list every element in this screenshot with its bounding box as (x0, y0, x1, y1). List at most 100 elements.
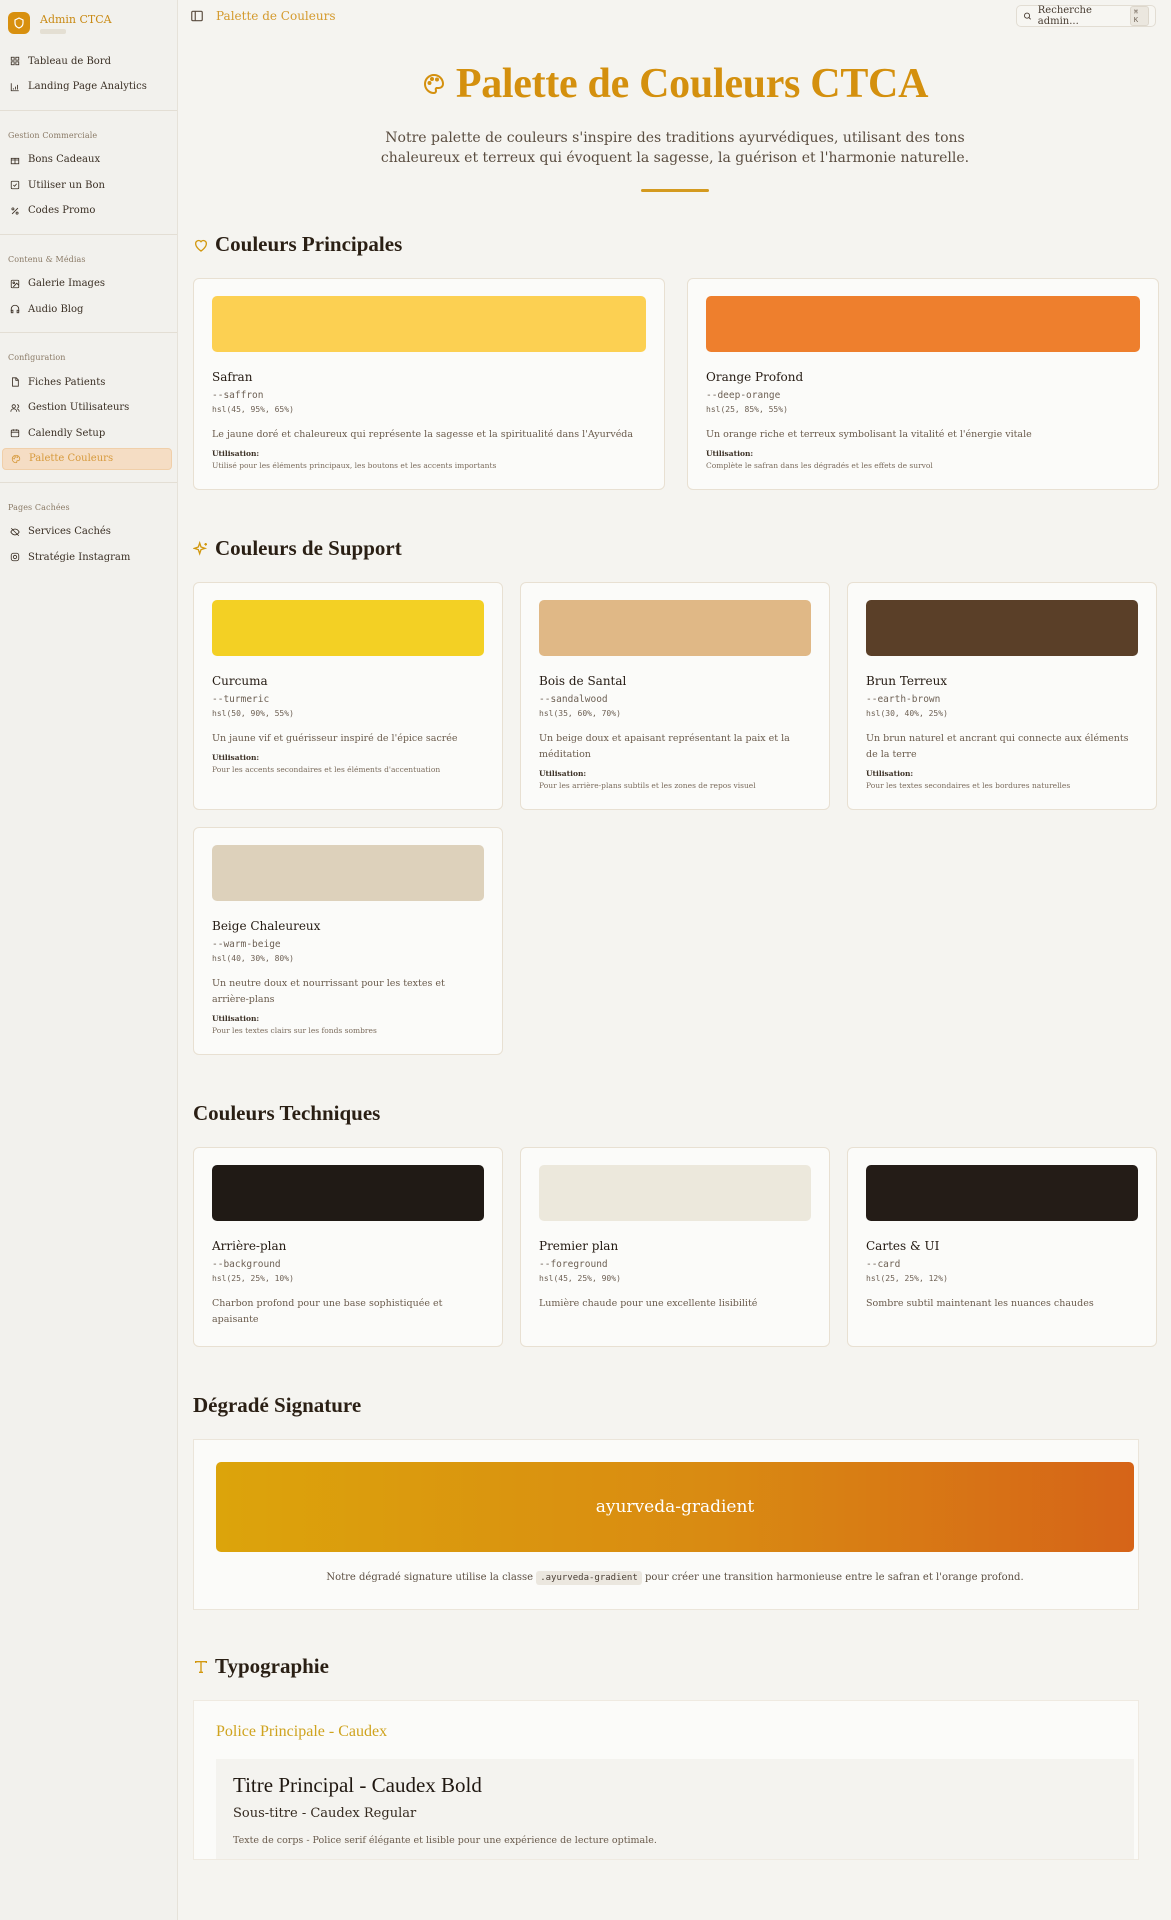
section-title-text: Couleurs de Support (215, 536, 402, 560)
section-title-text: Couleurs Principales (215, 232, 403, 256)
brand-subtitle-placeholder (40, 28, 66, 34)
usage-text: Pour les textes clairs sur les fonds som… (212, 1026, 377, 1035)
sidebar-item-calendly-setup[interactable]: Calendly Setup (2, 422, 172, 444)
brand-title: Admin CTCA (40, 12, 112, 26)
gift-icon (10, 157, 20, 164)
usage-label: Utilisation: (866, 769, 914, 778)
usage-text: Pour les textes secondaires et les bordu… (866, 781, 1071, 790)
sidebar-item-palette-couleurs[interactable]: Palette Couleurs (2, 447, 172, 470)
font-label: Police Principale - Caudex (216, 1723, 388, 1740)
divider (0, 109, 177, 111)
color-swatch[interactable] (212, 296, 646, 352)
color-variable[interactable]: --warm-beige (212, 939, 484, 950)
color-name: Curcuma (212, 674, 268, 688)
usage-label: Utilisation: (212, 1014, 260, 1023)
page-title-text: Palette de Couleurs CTCA (455, 61, 929, 107)
sidebar-item-label: Tableau de Bord (28, 55, 112, 67)
color-description: Charbon profond pour une base sophistiqu… (212, 1298, 443, 1325)
sidebar-item-strategie-instagram[interactable]: Stratégie Instagram (2, 546, 172, 568)
color-swatch[interactable] (866, 1165, 1138, 1221)
color-description: Un brun naturel et ancrant qui connecte … (866, 733, 1129, 760)
sidebar-item-tableau-de-bord[interactable]: Tableau de Bord (2, 50, 172, 72)
usage-label: Utilisation: (212, 449, 260, 458)
sidebar-item-label: Fiches Patients (28, 376, 106, 388)
sidebar-item-services-caches[interactable]: Services Cachés (2, 521, 172, 543)
color-description: Le jaune doré et chaleureux qui représen… (212, 429, 634, 440)
color-name: Bois de Santal (539, 674, 627, 688)
usage-label: Utilisation: (539, 769, 587, 778)
sample-heading: Titre Principal - Caudex Bold (233, 1773, 482, 1797)
sidebar-item-gestion-utilisateurs[interactable]: Gestion Utilisateurs (2, 397, 172, 419)
sidebar-item-label: Palette Couleurs (29, 453, 114, 464)
sidebar-item-label: Calendly Setup (28, 427, 106, 439)
color-hsl: hsl(30, 40%, 25%) (866, 709, 948, 718)
color-swatch[interactable] (706, 296, 1140, 352)
color-name: Orange Profond (706, 370, 804, 384)
color-swatch[interactable] (212, 845, 484, 901)
gradient-label: ayurveda-gradient (595, 1497, 755, 1517)
nav-group-title: Gestion Commerciale (8, 130, 98, 140)
search-input[interactable]: Recherche admin... ⌘ K (1016, 5, 1156, 27)
percent-icon (11, 206, 19, 215)
section-title-technical: Couleurs Techniques (193, 1101, 1159, 1126)
color-swatch[interactable] (539, 1165, 811, 1221)
divider (0, 332, 177, 333)
sidebar-item-utiliser-bon[interactable]: Utiliser un Bon (2, 174, 172, 196)
sidebar-item-audio-blog[interactable]: Audio Blog (2, 298, 172, 320)
color-variable[interactable]: --earth-brown (866, 694, 1138, 705)
sidebar-item-label: Stratégie Instagram (28, 551, 131, 563)
color-card-cartes-ui: Cartes & UI --card hsl(25, 25%, 12%) Som… (847, 1147, 1157, 1347)
color-name: Safran (212, 370, 253, 384)
color-card-curcuma: Curcuma --turmeric hsl(50, 90%, 55%) Un … (193, 582, 503, 810)
typography-card: Police Principale - Caudex Titre Princip… (193, 1700, 1139, 1860)
color-variable[interactable]: --deep-orange (706, 390, 1140, 401)
color-hsl: hsl(50, 90%, 55%) (212, 709, 294, 718)
sidebar-item-label: Codes Promo (28, 205, 96, 216)
sidebar-item-landing-analytics[interactable]: Landing Page Analytics (2, 76, 172, 98)
technical-color-grid: Arrière-plan --background hsl(25, 25%, 1… (193, 1147, 1159, 1347)
color-hsl: hsl(25, 25%, 12%) (866, 1274, 948, 1283)
check-square-icon (10, 180, 20, 190)
sidebar-item-fiches-patients[interactable]: Fiches Patients (2, 371, 172, 393)
principal-color-grid: Safran --saffron hsl(45, 95%, 65%) Le ja… (193, 278, 1159, 490)
color-swatch[interactable] (212, 600, 484, 656)
image-icon (10, 279, 20, 288)
color-card-brun-terreux: Brun Terreux --earth-brown hsl(30, 40%, … (847, 582, 1157, 810)
color-swatch[interactable] (539, 600, 811, 656)
color-card-bois-de-santal: Bois de Santal --sandalwood hsl(35, 60%,… (520, 582, 830, 810)
color-variable[interactable]: --sandalwood (539, 694, 811, 705)
color-variable[interactable]: --saffron (212, 390, 646, 401)
color-hsl: hsl(25, 85%, 55%) (706, 405, 788, 414)
main-content: Palette de Couleurs CTCA Notre palette d… (193, 32, 1159, 1860)
color-card-arriere-plan: Arrière-plan --background hsl(25, 25%, 1… (193, 1147, 503, 1347)
usage-text: Pour les arrière-plans subtils et les zo… (539, 781, 756, 790)
nav-group-title: Contenu & Médias (8, 254, 86, 264)
sidebar-item-bons-cadeaux[interactable]: Bons Cadeaux (2, 149, 172, 171)
sidebar-toggle-icon[interactable] (190, 9, 204, 23)
section-title-text: Couleurs Techniques (193, 1101, 381, 1125)
sidebar-nav: Tableau de Bord Landing Page Analytics G… (0, 36, 177, 568)
color-name: Premier plan (539, 1239, 619, 1253)
sidebar-item-label: Services Cachés (28, 526, 111, 537)
color-variable[interactable]: --foreground (539, 1259, 811, 1270)
color-hsl: hsl(35, 60%, 70%) (539, 709, 621, 718)
color-card-orange-profond: Orange Profond --deep-orange hsl(25, 85%… (687, 278, 1159, 490)
sparkles-icon (193, 540, 208, 556)
sidebar-item-galerie-images[interactable]: Galerie Images (2, 273, 172, 295)
color-description: Sombre subtil maintenant les nuances cha… (866, 1298, 1094, 1309)
color-variable[interactable]: --card (866, 1259, 1138, 1270)
brand[interactable]: Admin CTCA (0, 0, 177, 36)
color-swatch[interactable] (212, 1165, 484, 1221)
instagram-icon (10, 552, 20, 562)
color-variable[interactable]: --background (212, 1259, 484, 1270)
hero: Palette de Couleurs CTCA Notre palette d… (193, 32, 1157, 192)
color-description: Un neutre doux et nourrissant pour les t… (212, 978, 445, 1005)
color-swatch[interactable] (866, 600, 1138, 656)
sidebar-item-codes-promo[interactable]: Codes Promo (2, 200, 172, 222)
color-description: Un jaune vif et guérisseur inspiré de l'… (212, 733, 458, 744)
color-variable[interactable]: --turmeric (212, 694, 484, 705)
nav-group-title: Configuration (8, 353, 66, 362)
gradient-preview: ayurveda-gradient (216, 1462, 1134, 1552)
gradient-card: ayurveda-gradient Notre dégradé signatur… (193, 1439, 1139, 1610)
title-underline (641, 189, 709, 192)
